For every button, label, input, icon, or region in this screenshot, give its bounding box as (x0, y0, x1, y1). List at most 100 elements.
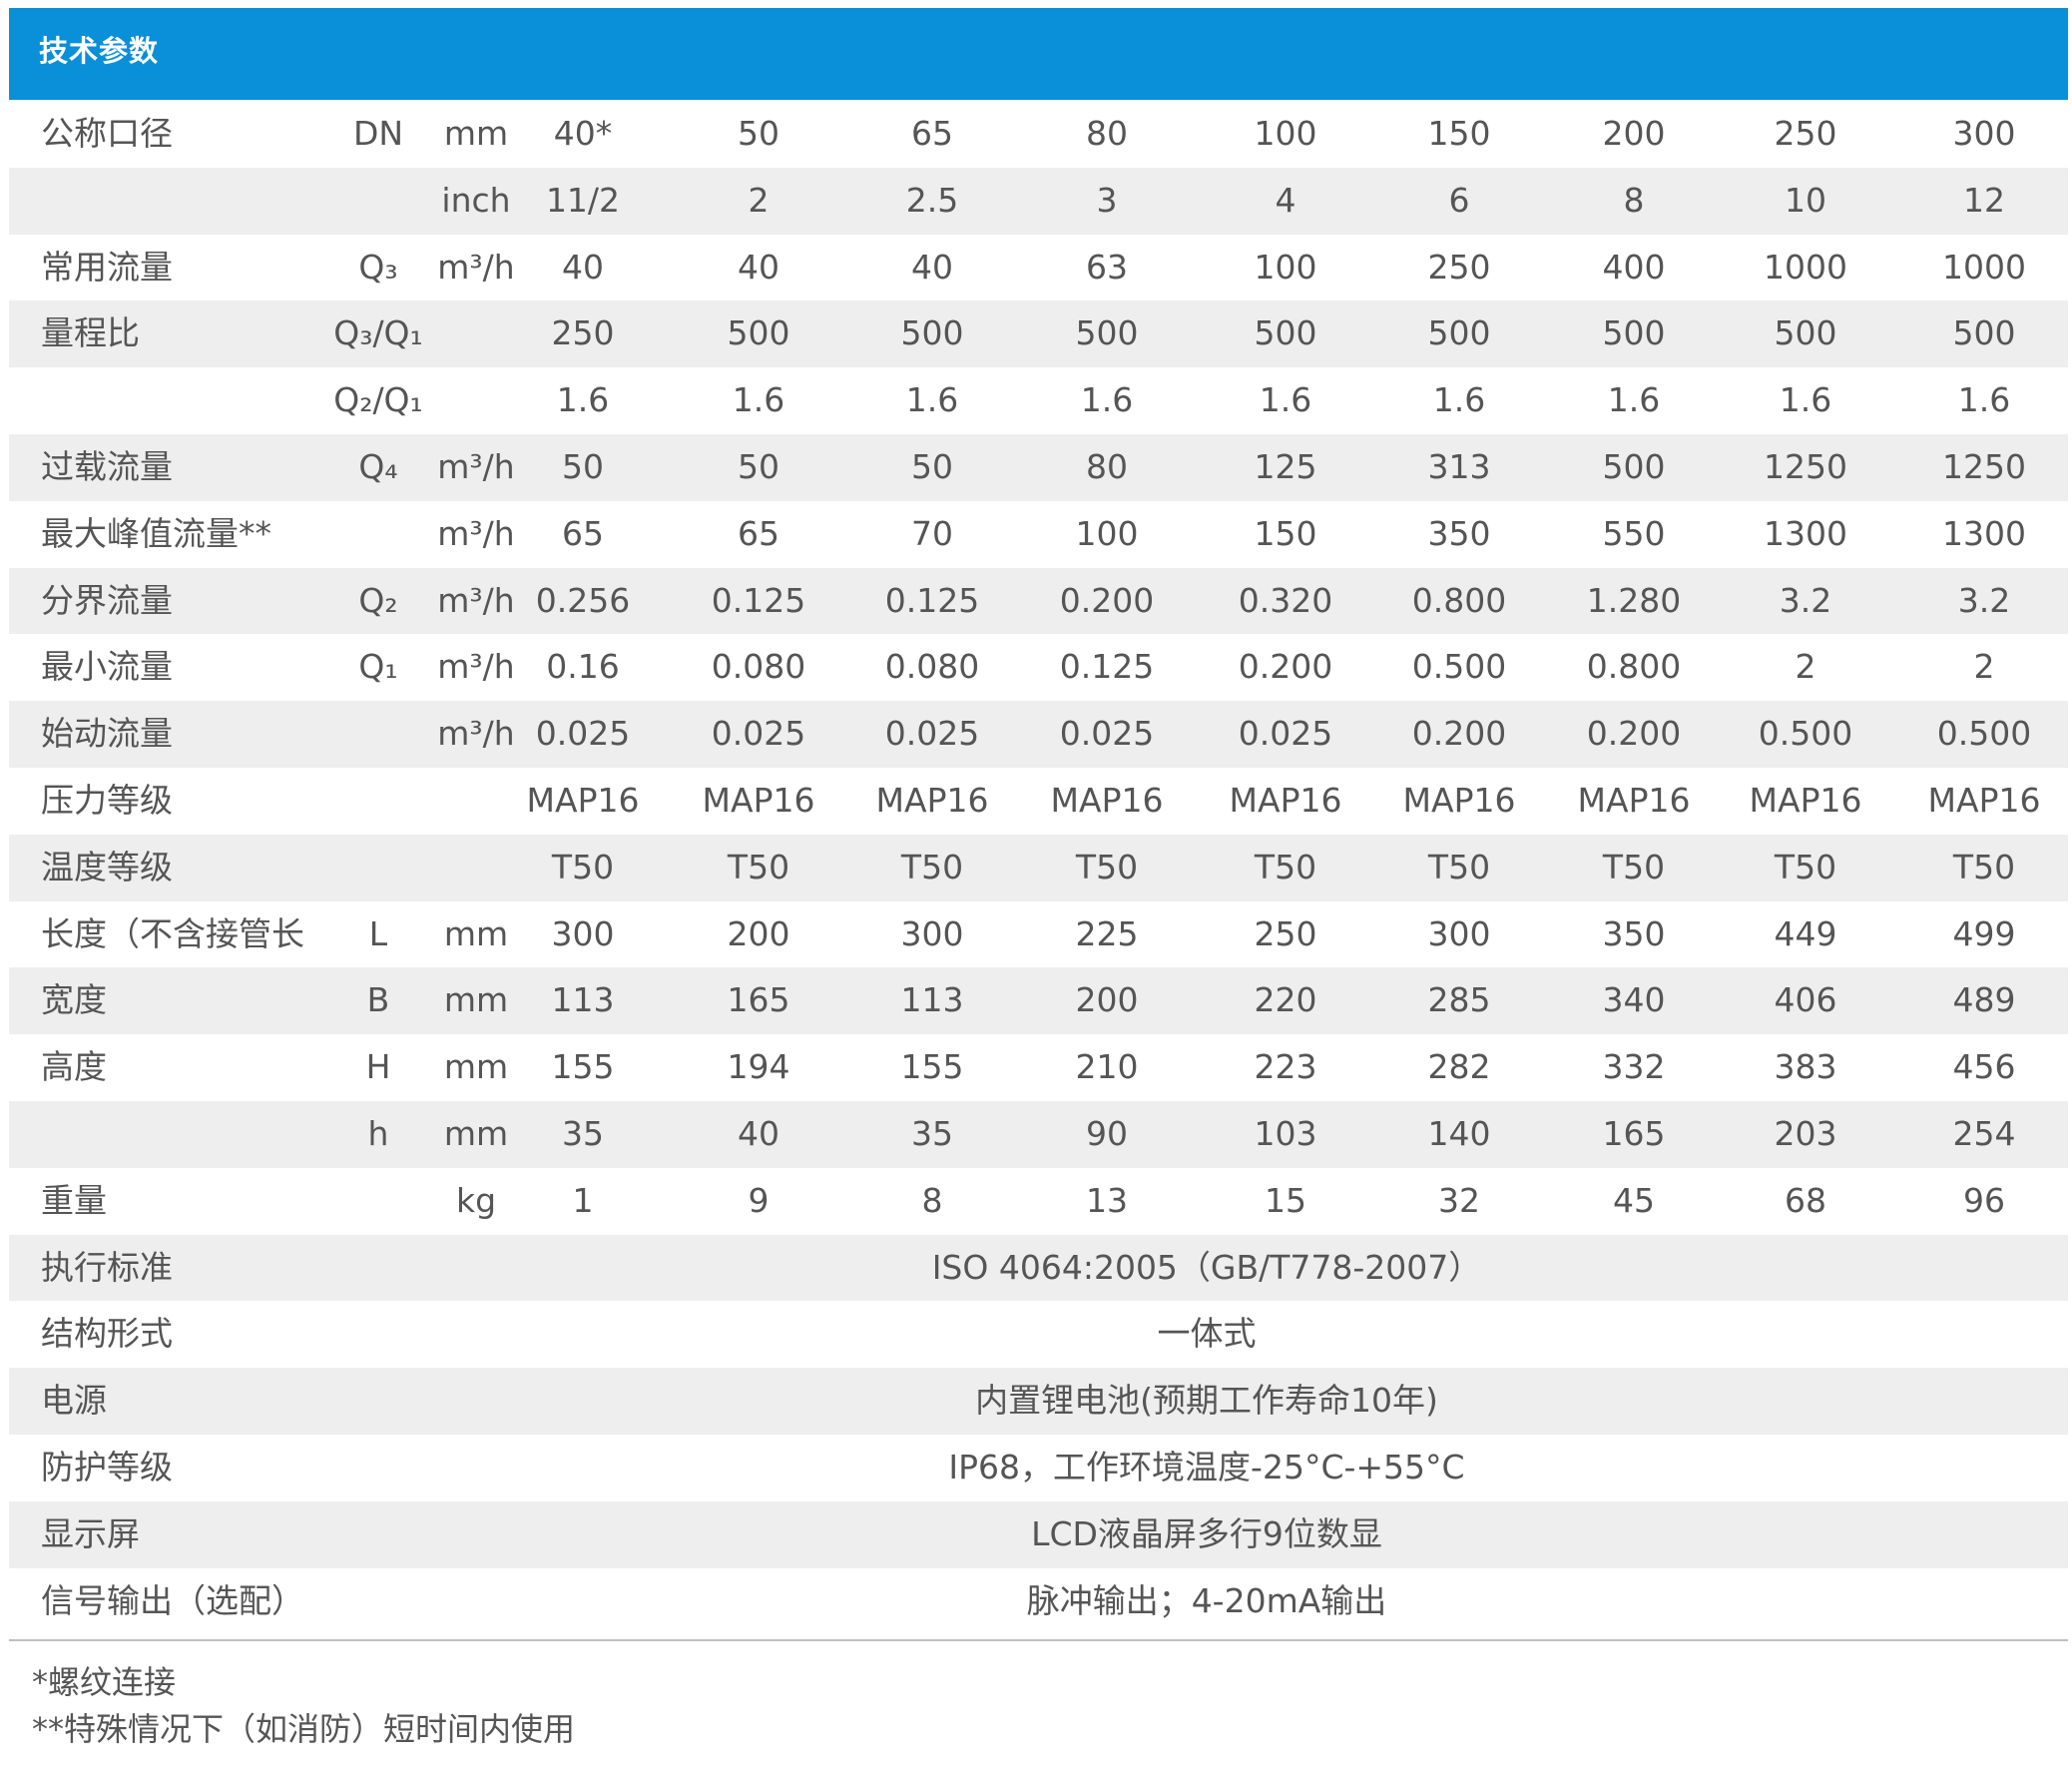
row-label: 温度等级 (41, 847, 173, 887)
value-cell: 203 (1774, 1113, 1837, 1153)
row-spanned-value: IP68，工作环境温度-25°C-+55°C (948, 1447, 1465, 1486)
value-cell: 1250 (1764, 446, 1847, 486)
value-cell: 1300 (1764, 513, 1847, 553)
value-cell: 1.6 (1259, 380, 1312, 420)
value-cell: MAP16 (1402, 780, 1516, 820)
table-row: 量程比 Q₃/Q₁ 250 500 500 500 500 500 500 500 500 (9, 300, 2068, 368)
value-cell: 155 (551, 1047, 615, 1087)
value-cell: T50 (1774, 847, 1837, 887)
row-spanned-value: 内置锂电池(预期工作寿命10年) (975, 1381, 1438, 1421)
value-cell: T50 (1427, 847, 1491, 887)
value-cell: T50 (1254, 847, 1317, 887)
value-cell: 40 (911, 247, 953, 287)
value-cell: 3.2 (1779, 580, 1832, 620)
value-cell: 50 (738, 114, 779, 153)
value-cell: 50 (911, 446, 953, 486)
value-cell: 45 (1613, 1180, 1655, 1220)
value-cell: MAP16 (1229, 780, 1342, 820)
value-cell: 1.6 (905, 380, 959, 420)
row-spanned-value: 脉冲输出；4-20mA输出 (1026, 1580, 1387, 1620)
value-cell: MAP16 (526, 780, 640, 820)
value-cell: MAP16 (1050, 780, 1164, 820)
value-cell: 113 (900, 980, 964, 1020)
value-cell: 250 (1427, 247, 1491, 287)
value-cell: 0.125 (1059, 647, 1155, 687)
value-cell: 63 (1086, 247, 1128, 287)
value-cell: 15 (1265, 1180, 1306, 1220)
value-cell: 449 (1774, 913, 1837, 953)
value-cell: MAP16 (1927, 780, 2041, 820)
value-cell: 0.025 (711, 714, 806, 754)
value-cell: 313 (1427, 446, 1491, 486)
value-cell: 8 (1623, 180, 1645, 220)
value-cell: 300 (1952, 114, 2016, 153)
value-cell: 35 (562, 1113, 604, 1153)
value-cell: 500 (1427, 313, 1491, 353)
row-label: 电源 (41, 1381, 107, 1421)
value-cell: 113 (551, 980, 615, 1020)
row-label: 过载流量 (41, 446, 173, 486)
value-cell: 0.200 (1059, 580, 1155, 620)
spec-table: 公称口径 DN mm 40* 50 65 80 100 150 200 250 300 inch 11/2… (9, 101, 2068, 1634)
value-cell: 500 (900, 313, 964, 353)
row-label: 最小流量 (41, 647, 173, 687)
table-row: 分界流量 Q₂ m³/h 0.256 0.125 0.125 0.200 0.320 0.800… (9, 567, 2068, 635)
value-cell: 100 (1254, 247, 1317, 287)
footnote-thread-connection: *螺纹连接 (32, 1663, 177, 1701)
value-cell: 250 (1774, 114, 1837, 153)
value-cell: 0.200 (1411, 714, 1507, 754)
value-cell: 0.800 (1411, 580, 1507, 620)
value-cell: 103 (1254, 1113, 1317, 1153)
row-label: 压力等级 (41, 780, 173, 820)
value-cell: T50 (551, 847, 615, 887)
value-cell: 2 (1795, 647, 1816, 687)
value-cell: T50 (1075, 847, 1139, 887)
value-cell: 1.6 (1607, 380, 1661, 420)
value-cell: 32 (1438, 1180, 1480, 1220)
value-cell: 500 (1254, 313, 1317, 353)
value-cell: 456 (1952, 1047, 2016, 1087)
value-cell: 500 (1075, 313, 1139, 353)
value-cell: 90 (1086, 1113, 1128, 1153)
value-cell: 100 (1075, 513, 1139, 553)
row-label: 执行标准 (41, 1247, 173, 1287)
table-row: Q₂/Q₁ 1.6 1.6 1.6 1.6 1.6 1.6 1.6 1.6 1.6 (9, 367, 2068, 434)
value-cell: 332 (1602, 1047, 1666, 1087)
table-row: 结构形式 一体式 (9, 1301, 2068, 1368)
value-cell: 40 (738, 247, 779, 287)
value-cell: 0.256 (535, 580, 631, 620)
value-cell: 210 (1075, 1047, 1139, 1087)
value-cell: 500 (1952, 313, 2016, 353)
value-cell: 0.025 (884, 714, 980, 754)
row-symbol: Q₃/Q₁ (333, 313, 423, 353)
table-row: 始动流量 m³/h 0.025 0.025 0.025 0.025 0.025 0.200 0.… (9, 701, 2068, 768)
table-row: 温度等级 T50 T50 T50 T50 T50 T50 T50 T50 T50 (9, 834, 2068, 901)
value-cell: 65 (562, 513, 604, 553)
row-spanned-value: LCD液晶屏多行9位数显 (1031, 1513, 1382, 1553)
value-cell: 250 (1254, 913, 1317, 953)
value-cell: 165 (727, 980, 790, 1020)
table-row: 压力等级 MAP16 MAP16 MAP16 MAP16 MAP16 MAP16 MAP16 M… (9, 768, 2068, 835)
value-cell: 2 (748, 180, 770, 220)
table-row: 高度 Hmm 155 194 155 210 223 282 332 383 456 (9, 1034, 2068, 1101)
value-cell: 40 (562, 247, 604, 287)
value-cell: 1 (572, 1180, 594, 1220)
value-cell: 165 (1602, 1113, 1666, 1153)
value-cell: 400 (1602, 247, 1666, 287)
value-cell: 10 (1785, 180, 1826, 220)
value-cell: 200 (1075, 980, 1139, 1020)
row-label: 高度 (41, 1047, 107, 1087)
value-cell: 500 (1602, 446, 1666, 486)
row-label: 常用流量 (41, 247, 173, 287)
table-row: 防护等级 IP68，工作环境温度-25°C-+55°C (9, 1435, 2068, 1501)
row-label: 重量 (41, 1180, 107, 1220)
value-cell: 100 (1254, 114, 1317, 153)
table-row: inch 11/2 2 2.5 3 4 6 8 10 12 (9, 167, 2068, 235)
table-row: 电源 内置锂电池(预期工作寿命10年) (9, 1368, 2068, 1435)
value-cell: 0.500 (1936, 714, 2032, 754)
row-label: 分界流量 (41, 580, 173, 620)
value-cell: 0.025 (1059, 714, 1155, 754)
row-spanned-value: 一体式 (1157, 1314, 1257, 1354)
table-row: 过载流量 Q₄ m³/h 50 50 50 80 125 313 500 1250 1250 (9, 433, 2068, 501)
value-cell: 225 (1075, 913, 1139, 953)
